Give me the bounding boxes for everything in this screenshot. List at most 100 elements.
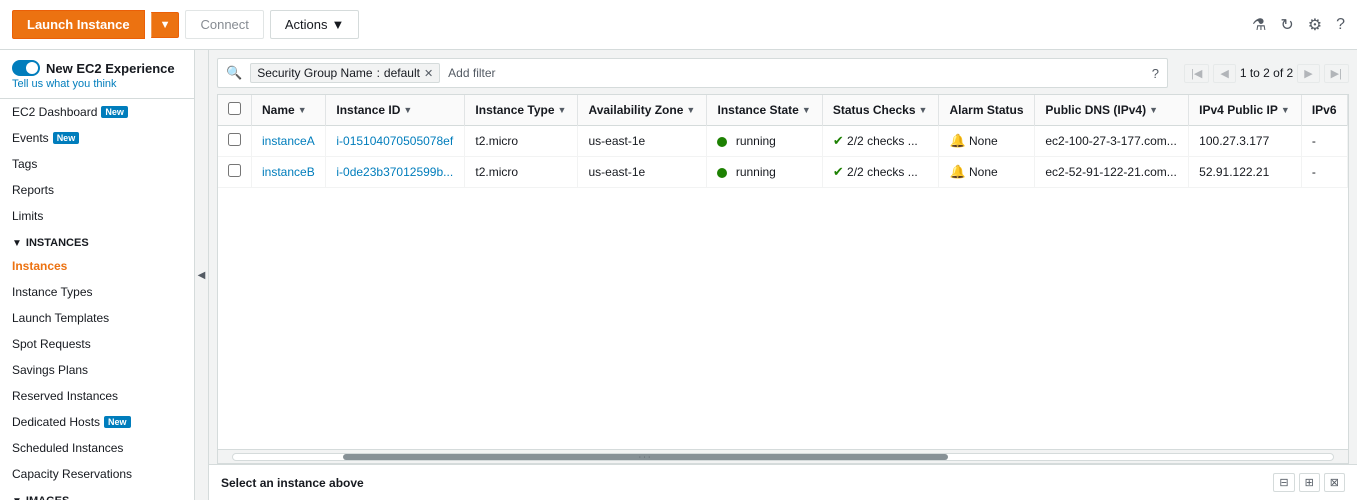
- cell-alarm-status-1: 🔔 None: [939, 157, 1035, 188]
- select-all-checkbox[interactable]: [228, 102, 241, 115]
- col-public-dns[interactable]: Public DNS (IPv4)▼: [1035, 95, 1189, 126]
- scrollbar-dots: ···: [639, 453, 653, 461]
- launch-instance-dropdown-button[interactable]: ▼: [151, 12, 180, 38]
- toggle-switch[interactable]: [12, 60, 40, 76]
- row-checkbox-cell: [218, 157, 252, 188]
- sidebar-subtitle[interactable]: Tell us what you think: [12, 78, 182, 90]
- toggle-knob: [26, 62, 38, 74]
- table-header-row: Name▼ Instance ID▼ Instance Type▼ Availa…: [218, 95, 1348, 126]
- cell-instance-id-0: i-015104070505078ef: [326, 126, 465, 157]
- cell-alarm-status-0: 🔔 None: [939, 126, 1035, 157]
- cell-instance-state-0: running: [707, 126, 822, 157]
- search-wrapper: 🔍 Security Group Name : default ✕ Add fi…: [217, 58, 1168, 88]
- table-row[interactable]: instanceB i-0de23b37012599b... t2.micro …: [218, 157, 1348, 188]
- table-row[interactable]: instanceA i-015104070505078ef t2.micro u…: [218, 126, 1348, 157]
- row-checkbox-1[interactable]: [228, 164, 241, 177]
- col-name[interactable]: Name▼: [252, 95, 326, 126]
- col-instance-id[interactable]: Instance ID▼: [326, 95, 465, 126]
- cell-ipv4-0: 100.27.3.177: [1189, 126, 1302, 157]
- cell-instance-state-1: running: [707, 157, 822, 188]
- sidebar-item-reports[interactable]: Reports: [0, 177, 194, 203]
- filter-tag: Security Group Name : default ✕: [250, 63, 440, 83]
- sidebar-item-savings-plans[interactable]: Savings Plans: [0, 357, 194, 383]
- sidebar-item-instances[interactable]: Instances: [0, 253, 194, 279]
- cell-public-dns-0: ec2-100-27-3-177.com...: [1035, 126, 1189, 157]
- next-page-button[interactable]: ▶: [1297, 64, 1319, 83]
- cell-name-0: instanceA: [252, 126, 326, 157]
- scrollbar-track[interactable]: ···: [232, 453, 1334, 461]
- sidebar-item-launch-templates[interactable]: Launch Templates: [0, 305, 194, 331]
- sidebar-item-ec2-dashboard[interactable]: EC2 Dashboard New: [0, 99, 194, 125]
- col-ipv4-public-ip[interactable]: IPv4 Public IP▼: [1189, 95, 1302, 126]
- cell-instance-id-1: i-0de23b37012599b...: [326, 157, 465, 188]
- table-scroll[interactable]: Name▼ Instance ID▼ Instance Type▼ Availa…: [218, 95, 1348, 449]
- new-experience-toggle[interactable]: New EC2 Experience: [12, 60, 182, 76]
- launch-instance-button[interactable]: Launch Instance: [12, 10, 145, 39]
- col-instance-type[interactable]: Instance Type▼: [465, 95, 578, 126]
- cell-instance-type-1: t2.micro: [465, 157, 578, 188]
- cell-availability-zone-0: us-east-1e: [578, 126, 707, 157]
- cell-status-checks-1: ✔ 2/2 checks ...: [822, 157, 939, 188]
- content-pane: 🔍 Security Group Name : default ✕ Add fi…: [209, 50, 1357, 500]
- cell-ipv6-0: -: [1301, 126, 1347, 157]
- panel-layout-split-vertical[interactable]: ⊞: [1299, 473, 1320, 492]
- filter-tag-remove[interactable]: ✕: [424, 67, 433, 80]
- instances-section-header[interactable]: ▼ INSTANCES: [0, 229, 194, 253]
- col-alarm-status[interactable]: Alarm Status: [939, 95, 1035, 126]
- select-instance-hint: Select an instance above: [221, 476, 364, 490]
- panel-layout-icons: ⊟ ⊞ ⊠: [1273, 473, 1345, 492]
- sidebar-item-scheduled-instances[interactable]: Scheduled Instances: [0, 435, 194, 461]
- row-checkbox-0[interactable]: [228, 133, 241, 146]
- status-running-dot: [717, 168, 727, 178]
- first-page-button[interactable]: |◀: [1184, 64, 1209, 83]
- sidebar-header: New EC2 Experience Tell us what you thin…: [0, 50, 194, 99]
- cell-status-checks-0: ✔ 2/2 checks ...: [822, 126, 939, 157]
- cell-public-dns-1: ec2-52-91-122-21.com...: [1035, 157, 1189, 188]
- panel-layout-split-horizontal[interactable]: ⊟: [1273, 473, 1294, 492]
- sidebar-item-tags[interactable]: Tags: [0, 151, 194, 177]
- instances-table-container: Name▼ Instance ID▼ Instance Type▼ Availa…: [217, 94, 1349, 464]
- main-area: New EC2 Experience Tell us what you thin…: [0, 50, 1357, 500]
- sidebar-item-spot-requests[interactable]: Spot Requests: [0, 331, 194, 357]
- actions-button[interactable]: Actions ▼: [270, 10, 360, 39]
- flask-icon[interactable]: ⚗: [1252, 15, 1266, 35]
- settings-icon[interactable]: ⚙: [1308, 15, 1322, 35]
- last-page-button[interactable]: ▶|: [1324, 64, 1349, 83]
- row-checkbox-cell: [218, 126, 252, 157]
- page-info: 1 to 2 of 2: [1240, 66, 1293, 80]
- alarm-icon: 🔔: [949, 133, 965, 148]
- help-icon[interactable]: ?: [1336, 16, 1345, 34]
- col-status-checks[interactable]: Status Checks▼: [822, 95, 939, 126]
- search-help-icon[interactable]: ?: [1152, 66, 1159, 81]
- toolbar: Launch Instance ▼ Connect Actions ▼ ⚗ ↻ …: [0, 0, 1357, 50]
- cell-instance-type-0: t2.micro: [465, 126, 578, 157]
- scrollbar-thumb[interactable]: ···: [343, 454, 948, 460]
- prev-page-button[interactable]: ◀: [1213, 64, 1235, 83]
- col-ipv6[interactable]: IPv6: [1301, 95, 1347, 126]
- panel-layout-full[interactable]: ⊠: [1324, 473, 1345, 492]
- sidebar-item-capacity-reservations[interactable]: Capacity Reservations: [0, 461, 194, 487]
- images-section-arrow: ▼: [12, 496, 22, 500]
- sidebar-item-limits[interactable]: Limits: [0, 203, 194, 229]
- sidebar-item-instance-types[interactable]: Instance Types: [0, 279, 194, 305]
- actions-chevron-icon: ▼: [332, 17, 345, 32]
- refresh-icon[interactable]: ↻: [1280, 15, 1293, 35]
- sidebar-item-events[interactable]: Events New: [0, 125, 194, 151]
- images-section-header[interactable]: ▼ IMAGES: [0, 487, 194, 500]
- sidebar-collapse-toggle[interactable]: ◀: [195, 50, 209, 500]
- horizontal-scrollbar[interactable]: ···: [218, 449, 1348, 463]
- cell-availability-zone-1: us-east-1e: [578, 157, 707, 188]
- sidebar-item-dedicated-hosts[interactable]: Dedicated Hosts New: [0, 409, 194, 435]
- connect-button: Connect: [185, 10, 263, 39]
- status-check-icon: ✔: [833, 164, 844, 179]
- col-instance-state[interactable]: Instance State▼: [707, 95, 822, 126]
- add-filter-button[interactable]: Add filter: [448, 66, 495, 80]
- cell-ipv4-1: 52.91.122.21: [1189, 157, 1302, 188]
- sidebar-item-reserved-instances[interactable]: Reserved Instances: [0, 383, 194, 409]
- cell-name-1: instanceB: [252, 157, 326, 188]
- sidebar: New EC2 Experience Tell us what you thin…: [0, 50, 195, 500]
- filter-key: Security Group Name: [257, 66, 372, 80]
- alarm-icon: 🔔: [949, 164, 965, 179]
- sidebar-brand: New EC2 Experience: [46, 61, 175, 76]
- col-availability-zone[interactable]: Availability Zone▼: [578, 95, 707, 126]
